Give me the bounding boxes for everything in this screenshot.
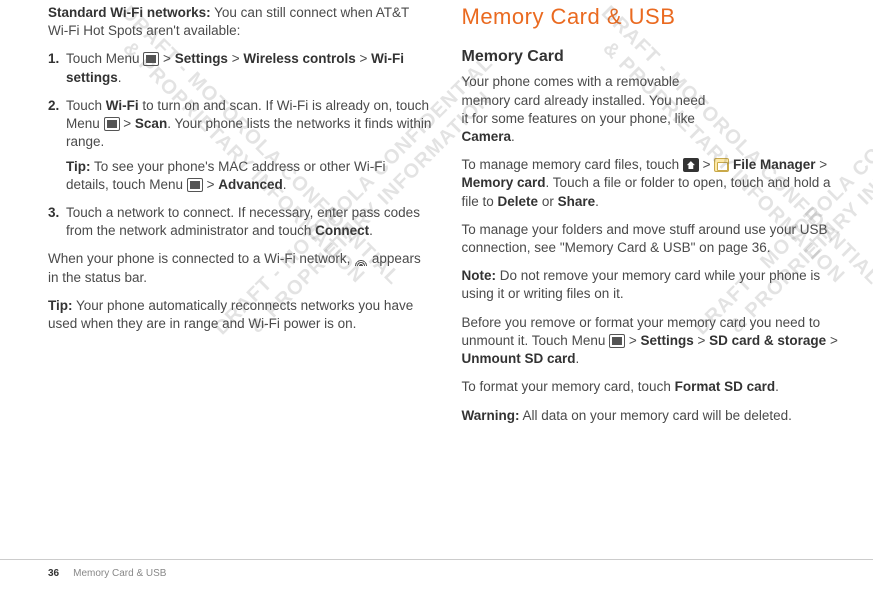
menu-icon — [187, 178, 203, 192]
step-number: 2. — [48, 97, 59, 115]
steps-list: 1. Touch Menu > Settings > Wireless cont… — [48, 50, 432, 240]
step-number: 3. — [48, 204, 59, 222]
menu-icon — [609, 334, 625, 348]
left-column: Standard Wi-Fi networks: You can still c… — [48, 0, 432, 435]
step-2-tip: Tip: To see your phone's MAC address or … — [66, 158, 432, 194]
step-3: 3. Touch a network to connect. If necess… — [66, 204, 432, 240]
menu-icon — [143, 52, 159, 66]
step-1: 1. Touch Menu > Settings > Wireless cont… — [66, 50, 432, 86]
step-number: 1. — [48, 50, 59, 68]
note-remove: Note: Do not remove your memory card whi… — [462, 267, 846, 303]
connected-paragraph: When your phone is connected to a Wi-Fi … — [48, 250, 432, 286]
usb-reference: To manage your folders and move stuff ar… — [462, 221, 846, 257]
memory-intro: Your phone comes with a removable memory… — [462, 73, 712, 146]
intro-bold: Standard Wi-Fi networks: — [48, 5, 211, 20]
intro-paragraph: Standard Wi-Fi networks: You can still c… — [48, 4, 432, 40]
subheading: Memory Card — [462, 46, 846, 68]
page-number: 36 — [48, 568, 59, 579]
unmount-instructions: Before you remove or format your memory … — [462, 314, 846, 369]
warning-delete: Warning: All data on your memory card wi… — [462, 407, 846, 425]
section-title: Memory Card & USB — [462, 2, 846, 32]
page-content: Standard Wi-Fi networks: You can still c… — [0, 0, 873, 475]
tip-reconnect: Tip: Your phone automatically reconnects… — [48, 297, 432, 333]
page-footer: 36 Memory Card & USB — [0, 559, 873, 579]
home-icon — [683, 158, 699, 172]
step-2: 2. Touch Wi-Fi to turn on and scan. If W… — [66, 97, 432, 194]
file-manager-icon — [714, 158, 729, 172]
right-column: Memory Card & USB Memory Card Your phone… — [462, 0, 846, 435]
footer-label: Memory Card & USB — [73, 568, 166, 579]
wifi-icon — [354, 254, 368, 266]
format-instructions: To format your memory card, touch Format… — [462, 378, 846, 396]
menu-icon — [104, 117, 120, 131]
manage-files: To manage memory card files, touch > Fil… — [462, 156, 846, 211]
